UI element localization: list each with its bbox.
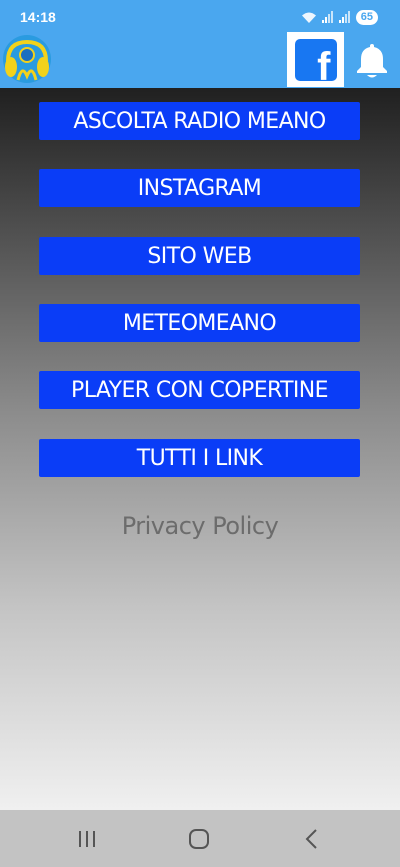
system-nav-bar xyxy=(0,810,400,867)
main-menu: ASCOLTA RADIO MEANO INSTAGRAM SITO WEB M… xyxy=(0,88,400,810)
status-time: 14:18 xyxy=(20,9,56,25)
recents-icon[interactable] xyxy=(77,829,97,853)
bell-icon[interactable] xyxy=(352,40,392,80)
facebook-glyph: f xyxy=(317,44,331,81)
home-icon[interactable] xyxy=(188,828,210,854)
app-bar: f xyxy=(0,32,400,88)
ascolta-radio-button[interactable]: ASCOLTA RADIO MEANO xyxy=(39,102,360,140)
privacy-policy-link[interactable]: Privacy Policy xyxy=(0,512,400,540)
tutti-link-button[interactable]: TUTTI I LINK xyxy=(39,439,360,477)
battery-indicator: 65 xyxy=(355,9,378,25)
facebook-icon: f xyxy=(294,38,337,81)
instagram-button[interactable]: INSTAGRAM xyxy=(39,169,360,207)
signal-icon-2 xyxy=(338,11,351,23)
sito-web-button[interactable]: SITO WEB xyxy=(39,237,360,275)
facebook-button[interactable]: f xyxy=(287,32,344,87)
back-icon[interactable] xyxy=(302,828,322,854)
meteomeano-button[interactable]: METEOMEANO xyxy=(39,304,360,342)
status-bar: 14:18 65 xyxy=(0,0,400,32)
status-icons: 65 xyxy=(301,9,378,25)
signal-icon xyxy=(321,11,334,23)
wifi-icon xyxy=(301,11,317,24)
radio-headphones-logo[interactable] xyxy=(2,34,52,84)
player-copertine-button[interactable]: PLAYER CON COPERTINE xyxy=(39,371,360,409)
